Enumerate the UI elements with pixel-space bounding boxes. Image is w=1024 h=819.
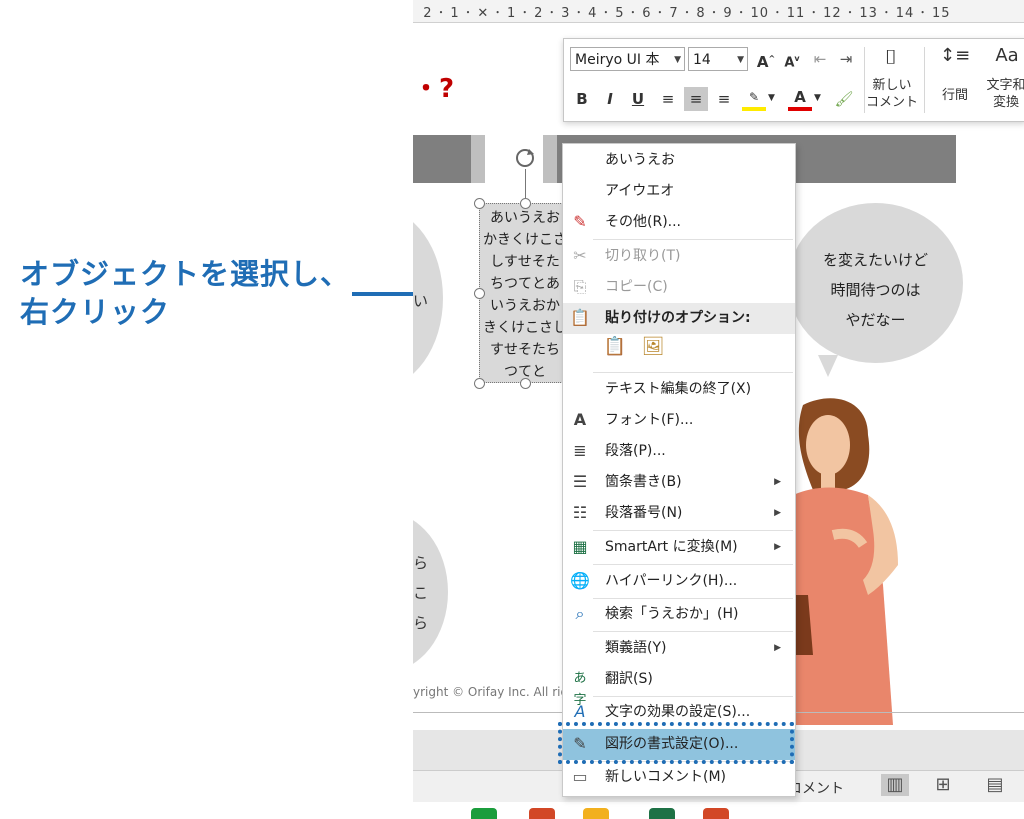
taskbar-app-icon-2[interactable] [529, 808, 555, 819]
paste-icon: 📋 [570, 308, 590, 327]
rotate-handle-icon[interactable] [514, 147, 536, 169]
new-comment-icon: ▭ [572, 767, 588, 786]
toolbar-separator-1 [864, 47, 865, 113]
format-painter-icon[interactable]: 🖌 [832, 87, 856, 111]
slide-title-fragment: ・? [413, 74, 455, 104]
text-convert-button[interactable]: 文字和 変換 [984, 77, 1024, 111]
instruction-annotation: オブジェクトを選択し、 右クリック [20, 255, 350, 331]
slide-sorter-view-icon[interactable]: ⊞ [929, 774, 957, 796]
normal-view-icon[interactable]: ▥ [881, 774, 909, 796]
underline-button[interactable]: U [626, 87, 650, 111]
menu-item-suggestion-2[interactable]: アイウエオ [563, 176, 795, 207]
header-band-right-accent [543, 135, 557, 183]
decrease-indent-icon[interactable]: ⇤ [808, 47, 832, 71]
menu-item-exit-edit[interactable]: テキスト編集の終了(X) [563, 374, 795, 405]
search-icon: ⌕ [575, 604, 585, 623]
speech-bubble-text: を変えたいけど 時間待つのは やだなー [822, 251, 928, 329]
menu-item-paragraph[interactable]: ≣ 段落(P)... [563, 436, 795, 467]
format-shape-highlight-frame [558, 722, 794, 764]
menu-item-synonyms[interactable]: 類義語(Y) ▶ [563, 633, 795, 664]
menu-item-search[interactable]: ⌕ 検索「うえおか」(H) [563, 599, 795, 630]
more-suggestions-icon: ✎ [573, 212, 587, 231]
left-bubble-2-text-a: ら [413, 554, 429, 572]
align-right-icon[interactable]: ≡ [712, 87, 736, 111]
menu-item-font[interactable]: A フォント(F)... [563, 405, 795, 436]
align-center-icon[interactable]: ≡ [684, 87, 708, 111]
menu-item-smartart[interactable]: ▦ SmartArt に変換(M) ▶ [563, 532, 795, 563]
left-bubble-2-text-b: こ [413, 584, 429, 602]
numbering-icon: ☷ [572, 503, 588, 522]
copy-icon: ⎘ [573, 277, 587, 296]
copyright-text: yright © Orifay Inc. All righ [413, 685, 576, 699]
bold-button[interactable]: B [570, 87, 594, 111]
menu-item-suggestion-1[interactable]: あいうえお [563, 145, 795, 176]
new-comment-icon[interactable]: ⌷ [876, 45, 906, 69]
taskbar-app-icon-4[interactable] [649, 808, 675, 819]
bullets-icon: ☰ [572, 472, 588, 491]
submenu-arrow-icon: ▶ [774, 477, 781, 487]
reading-view-icon[interactable]: ▤ [981, 774, 1009, 796]
font-size-select[interactable]: 14 ▼ [688, 47, 748, 71]
horizontal-ruler[interactable]: 2 ･ 1 ･ ✕ ･ 1 ･ 2 ･ 3 ･ 4 ･ 5 ･ 6 ･ 7 ･ … [413, 0, 1024, 23]
translate-icon: あ字 [573, 671, 587, 708]
textbox-text[interactable]: あいうえお かきくけこさ しすせそた ちつてとあ いうえおか きくけこさし すせ… [483, 207, 567, 383]
align-left-icon[interactable]: ≡ [656, 87, 680, 111]
submenu-arrow-icon: ▶ [774, 508, 781, 518]
submenu-arrow-icon: ▶ [774, 643, 781, 653]
menu-item-cut[interactable]: ✂ 切り取り(T) [563, 241, 795, 272]
paragraph-icon: ≣ [573, 441, 587, 460]
font-color-dropdown-icon[interactable]: ▼ [814, 93, 821, 103]
cut-icon: ✂ [573, 246, 587, 265]
new-comment-button[interactable]: 新しい コメント [866, 77, 918, 111]
menu-item-copy[interactable]: ⎘ コピー(C) [563, 272, 795, 303]
hyperlink-icon: 🌐 [570, 571, 590, 590]
submenu-arrow-icon: ▶ [774, 542, 781, 552]
header-band-left-accent [471, 135, 485, 183]
font-name-select[interactable]: Meiryo UI 本 ▼ [570, 47, 685, 71]
woman-illustration [773, 398, 898, 725]
toolbar-separator-2 [924, 47, 925, 113]
comment-button[interactable]: コメント [788, 778, 844, 798]
grow-font-button[interactable]: A^ [754, 47, 778, 71]
context-menu: あいうえお アイウエオ ✎ その他(R)... ✂ 切り取り(T) ⎘ コピー(C) … [562, 143, 796, 797]
font-color-icon[interactable]: A [788, 87, 812, 111]
paste-keep-source-icon[interactable]: 📋 [603, 336, 627, 362]
text-effects-icon: A [574, 702, 586, 721]
paste-picture-icon[interactable]: 🖼 [641, 336, 665, 362]
speech-bubble-tail [818, 355, 838, 377]
shrink-font-button[interactable]: Av [780, 47, 804, 71]
highlight-color-icon[interactable]: ✎ [742, 87, 766, 111]
line-spacing-button[interactable]: 行間 [934, 87, 976, 104]
instruction-line-1: オブジェクトを選択し、 [20, 257, 351, 291]
menu-item-more[interactable]: ✎ その他(R)... [563, 207, 795, 238]
resize-handle-l[interactable] [474, 288, 485, 299]
text-convert-icon[interactable]: Aa [992, 45, 1022, 66]
menu-item-translate[interactable]: あ字 翻訳(S) [563, 664, 795, 708]
smartart-icon: ▦ [572, 537, 588, 556]
resize-handle-bl[interactable] [474, 378, 485, 389]
menu-item-new-comment[interactable]: ▭ 新しいコメント(M) [563, 762, 795, 793]
menu-header-paste-options: 📋 貼り付けのオプション: [563, 303, 795, 334]
menu-item-bullets[interactable]: ☰ 箇条書き(B) ▶ [563, 467, 795, 498]
taskbar-app-icon-1[interactable] [471, 808, 497, 819]
italic-button[interactable]: I [598, 87, 622, 111]
left-bubble-2-text-c: ら [413, 614, 429, 632]
taskbar-app-icon-5[interactable] [703, 808, 729, 819]
increase-indent-icon[interactable]: ⇥ [834, 47, 858, 71]
resize-handle-b[interactable] [520, 378, 531, 389]
left-bubble-1-text: い [413, 292, 429, 310]
menu-item-hyperlink[interactable]: 🌐 ハイパーリンク(H)... [563, 566, 795, 597]
instruction-line-2: 右クリック [20, 295, 171, 329]
header-band-left [413, 135, 471, 183]
menu-item-numbering[interactable]: ☷ 段落番号(N) ▶ [563, 498, 795, 529]
resize-handle-t[interactable] [520, 198, 531, 209]
taskbar-app-icon-3[interactable] [583, 808, 609, 819]
mini-toolbar: Meiryo UI 本 ▼ 14 ▼ A^ Av ⇤ ⇥ B I U ≡ ≡ ≡ ✎… [563, 38, 1024, 122]
resize-handle-tl[interactable] [474, 198, 485, 209]
highlight-color-dropdown-icon[interactable]: ▼ [768, 93, 775, 103]
font-icon: A [573, 410, 587, 429]
line-spacing-icon[interactable]: ↕≡ [940, 45, 970, 66]
